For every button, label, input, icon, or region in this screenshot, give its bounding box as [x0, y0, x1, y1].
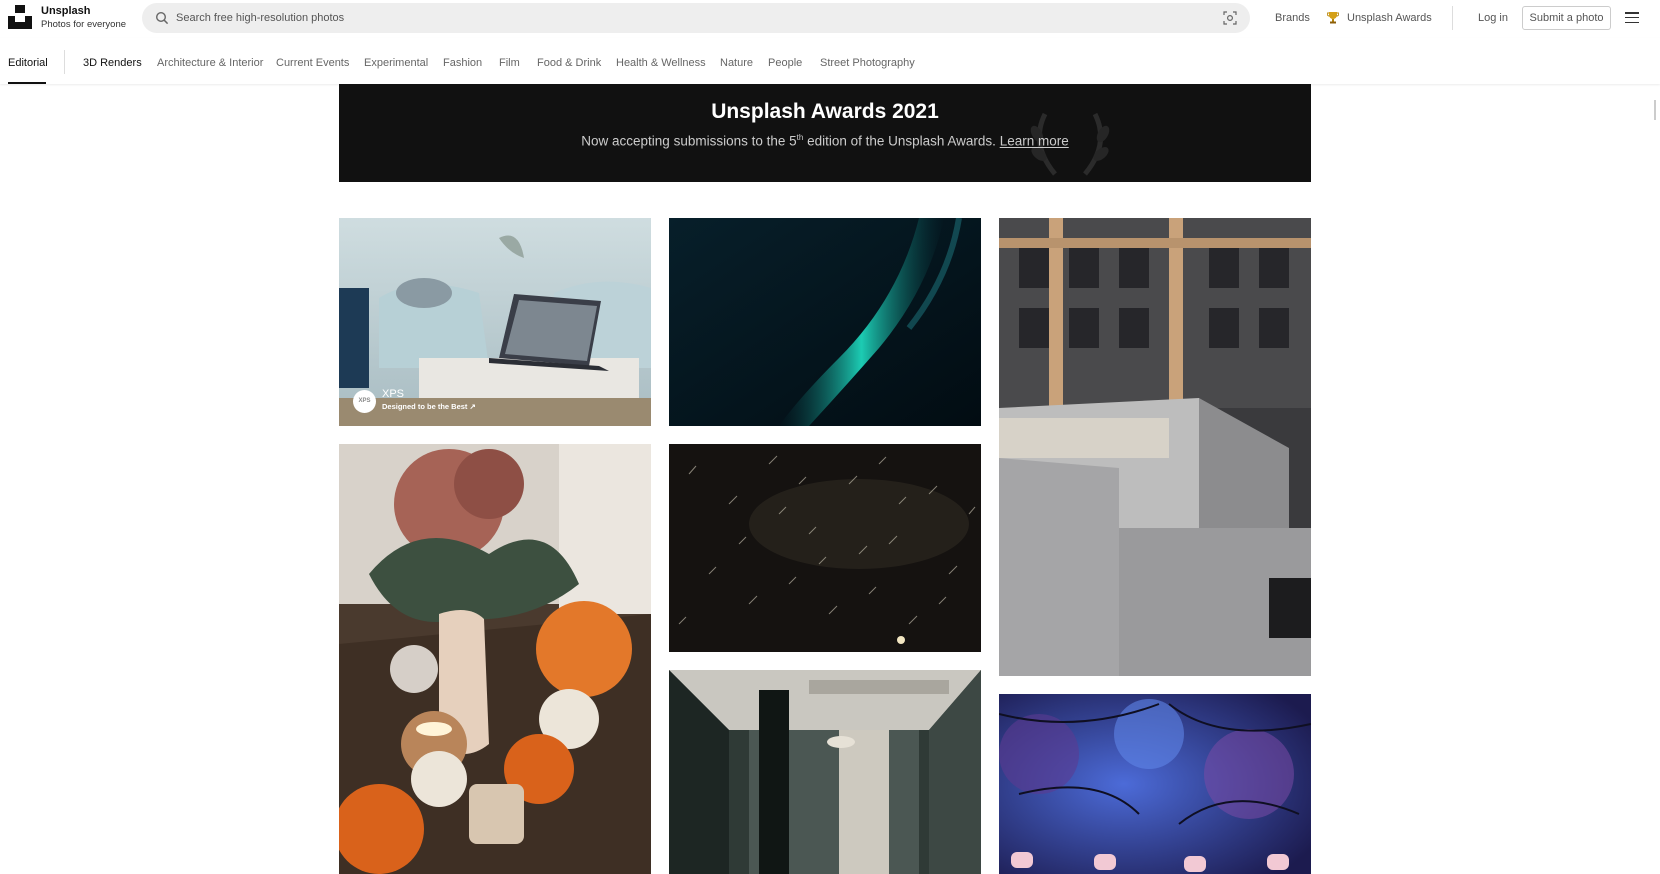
photo-image: [669, 218, 981, 426]
photo-industrial-interior[interactable]: [669, 670, 981, 874]
topic-food-drink[interactable]: Food & Drink: [537, 57, 601, 69]
topics-nav: Editorial 3D Renders Architecture & Inte…: [0, 38, 1660, 84]
sponsor-tagline[interactable]: Designed to be the Best ↗: [382, 402, 476, 411]
topic-street-photography[interactable]: Street Photography: [820, 57, 915, 69]
photo-image: [999, 694, 1311, 874]
topic-3d-renders[interactable]: 3D Renders: [83, 57, 142, 69]
topic-experimental[interactable]: Experimental: [364, 57, 428, 69]
sponsor-logo: XPS: [353, 390, 376, 413]
awards-link[interactable]: Unsplash Awards: [1347, 12, 1432, 24]
hamburger-menu-icon[interactable]: [1625, 12, 1639, 24]
scrollbar[interactable]: [1654, 100, 1656, 120]
banner-text: Now accepting submissions to the 5th edi…: [339, 133, 1311, 149]
photo-image: [669, 670, 981, 874]
photo-image: [999, 218, 1311, 676]
brand-tagline: Photos for everyone: [41, 19, 127, 30]
photo-laptop-living-room[interactable]: XPS XPS Designed to be the Best ↗: [339, 218, 651, 426]
photo-star-trails[interactable]: [669, 444, 981, 652]
banner-text-part: edition of the Unsplash Awards.: [803, 133, 1000, 149]
top-header: Unsplash Photos for everyone Brands Unsp…: [0, 0, 1660, 38]
login-link[interactable]: Log in: [1478, 12, 1508, 24]
topic-architecture-interior[interactable]: Architecture & Interior: [157, 57, 263, 69]
brands-link[interactable]: Brands: [1275, 12, 1310, 24]
photo-building-facade[interactable]: [999, 218, 1311, 676]
topic-nature[interactable]: Nature: [720, 57, 753, 69]
header-divider: [1452, 6, 1453, 30]
topic-film[interactable]: Film: [499, 57, 520, 69]
awards-banner[interactable]: Unsplash Awards 2021 Now accepting submi…: [339, 84, 1311, 182]
topic-health-wellness[interactable]: Health & Wellness: [616, 57, 706, 69]
active-topic-indicator: [8, 82, 46, 84]
topic-current-events[interactable]: Current Events: [276, 57, 349, 69]
photo-cherry-blossoms[interactable]: [999, 694, 1311, 874]
topic-people[interactable]: People: [768, 57, 802, 69]
banner-text-part: Now accepting submissions to the 5: [581, 133, 797, 149]
sponsor-name[interactable]: XPS: [382, 388, 404, 400]
brand[interactable]: Unsplash Photos for everyone: [41, 5, 126, 31]
topics-divider: [64, 50, 65, 74]
brand-name[interactable]: Unsplash: [41, 5, 126, 17]
search-bar[interactable]: [142, 3, 1250, 33]
photo-aurora[interactable]: [669, 218, 981, 426]
topic-fashion[interactable]: Fashion: [443, 57, 482, 69]
search-input[interactable]: [176, 3, 1176, 33]
banner-title: Unsplash Awards 2021: [711, 100, 939, 123]
photo-image: [339, 444, 651, 874]
unsplash-logo-icon[interactable]: [8, 5, 32, 29]
search-icon[interactable]: [155, 11, 169, 25]
photo-image: [669, 444, 981, 652]
photo-pumpkins-table[interactable]: [339, 444, 651, 874]
topic-editorial[interactable]: Editorial: [8, 57, 48, 69]
visual-search-icon[interactable]: [1223, 11, 1237, 25]
learn-more-link[interactable]: Learn more: [1000, 134, 1069, 149]
submit-photo-button[interactable]: Submit a photo: [1522, 6, 1611, 30]
trophy-icon: [1327, 12, 1339, 24]
